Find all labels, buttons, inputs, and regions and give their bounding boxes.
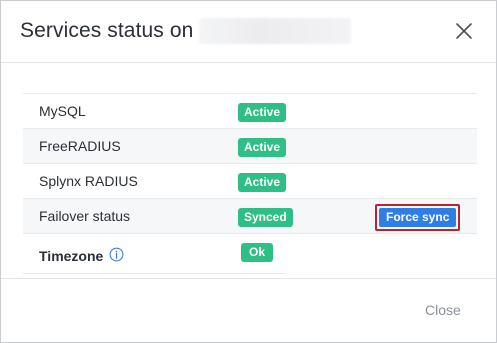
status-badge: Active — [238, 138, 287, 157]
timezone-row: Timezone Ok — [23, 233, 477, 274]
force-sync-button[interactable]: Force sync — [379, 208, 457, 227]
table-row: Failover status Synced Force sync — [23, 198, 477, 233]
timezone-label: Timezone — [39, 248, 104, 264]
dialog-header: Services status on — [1, 1, 496, 63]
timezone-label-wrap: Timezone — [39, 247, 124, 264]
table-row: FreeRADIUS Active — [23, 128, 477, 163]
status-badge: Active — [238, 173, 287, 192]
force-sync-highlight: Force sync — [375, 204, 461, 231]
redacted-hostname — [199, 18, 352, 44]
timezone-status-badge: Ok — [241, 243, 274, 262]
close-icon[interactable] — [454, 21, 474, 41]
status-badge: Active — [238, 103, 287, 122]
table-row: Splynx RADIUS Active — [23, 163, 477, 198]
dialog-title: Services status on — [20, 18, 352, 44]
service-name: FreeRADIUS — [39, 138, 121, 154]
footer-divider — [1, 278, 496, 279]
dialog-title-text: Services status on — [20, 19, 194, 42]
table-row: MySQL Active — [23, 93, 477, 128]
row-divider — [23, 273, 286, 274]
info-icon[interactable] — [109, 247, 124, 262]
service-name: Splynx RADIUS — [39, 173, 138, 189]
services-table: MySQL Active FreeRADIUS Active Splynx RA… — [23, 93, 477, 274]
status-badge: Synced — [238, 208, 293, 227]
services-status-dialog: Services status on MySQL Active FreeRADI… — [0, 0, 497, 343]
service-name: Failover status — [39, 208, 131, 224]
service-name: MySQL — [39, 103, 86, 119]
close-button[interactable]: Close — [425, 302, 461, 318]
